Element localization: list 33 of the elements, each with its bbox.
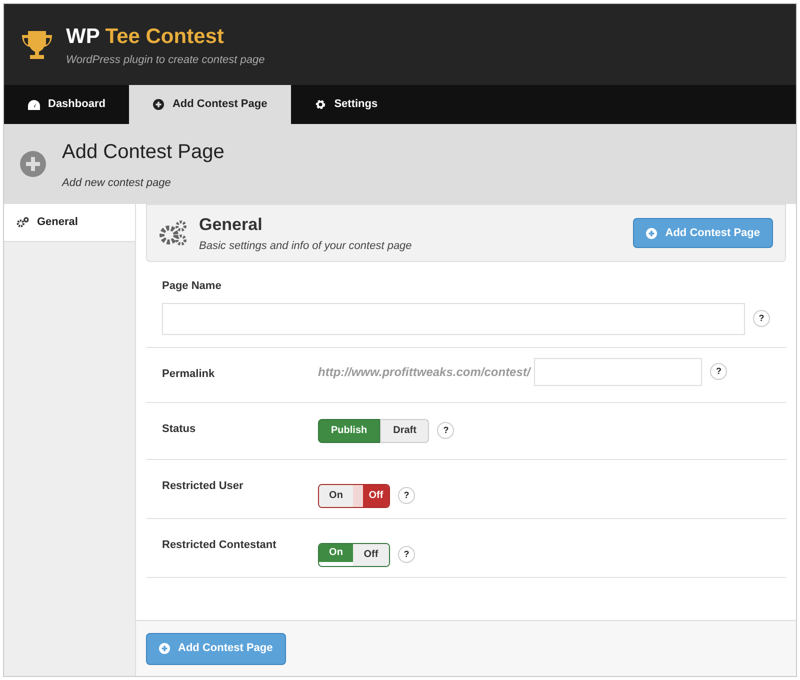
page-subtitle: Add new contest page [62, 176, 172, 191]
help-button[interactable]: ? [437, 422, 454, 439]
toggle-switch[interactable]: On Off [318, 484, 390, 508]
field-label: Permalink [162, 366, 216, 382]
url-prefix: http://www.profittweaks.com/contest/ [318, 364, 530, 380]
plus-circle-icon [646, 228, 658, 238]
field-label: Status [162, 422, 197, 436]
section-title: General [199, 214, 264, 236]
section-subtitle: Basic settings and info of your contest page [199, 238, 413, 254]
gears-icon [16, 217, 29, 228]
input-field[interactable] [162, 302, 745, 334]
app-title: WP Tee Contest [66, 24, 225, 50]
segment-button[interactable]: Draft [380, 418, 430, 442]
help-button[interactable]: ? [398, 546, 415, 563]
sidebar-item[interactable]: General [4, 204, 135, 242]
plus-circle-icon [153, 99, 164, 110]
plus-circle-icon [20, 151, 46, 177]
field-label: Restricted User [162, 478, 244, 494]
tab[interactable]: Add Contest Page [129, 85, 292, 124]
segment-button[interactable]: Publish [318, 418, 380, 442]
gears-icon [159, 220, 187, 246]
field-label: Page Name [162, 279, 222, 294]
help-button[interactable]: ? [710, 363, 728, 380]
app-subtitle: WordPress plugin to create contest page [66, 53, 265, 68]
plus-circle-icon [159, 643, 170, 654]
field-label: Restricted Contestant [162, 538, 278, 552]
help-button[interactable]: ? [398, 487, 415, 504]
help-button[interactable]: ? [753, 310, 770, 327]
gear-icon [315, 99, 326, 110]
gauge-icon [28, 100, 40, 110]
page-title: Add Contest Page [62, 140, 224, 165]
toggle-switch[interactable]: On Off [318, 542, 390, 566]
input-field[interactable] [534, 358, 702, 386]
